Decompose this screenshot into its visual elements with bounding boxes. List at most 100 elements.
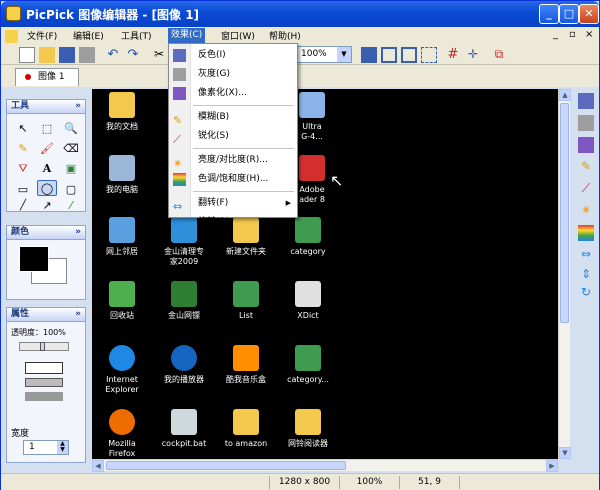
- opacity-label: 透明度：100%: [11, 328, 66, 337]
- save-icon[interactable]: [59, 47, 75, 63]
- desktop-icon: 我的播放器: [154, 345, 214, 385]
- mdi-close-icon[interactable]: ×: [585, 29, 593, 40]
- line-style-filled-outline[interactable]: [25, 378, 63, 387]
- menu-item-blur[interactable]: ✎ 模糊(B): [169, 108, 297, 127]
- sharpen-icon[interactable]: ⟋: [578, 181, 594, 197]
- color-panel-body: [6, 240, 86, 300]
- opacity-slider[interactable]: [19, 342, 69, 351]
- title-bar[interactable]: PicPick 图像编辑器 - [图像 1] _ □ ✕: [1, 1, 599, 27]
- fit-icon[interactable]: [381, 47, 397, 63]
- menu-window[interactable]: 窗口(W): [221, 29, 255, 42]
- menu-item-invert[interactable]: 反色(I): [169, 46, 297, 65]
- brightness-icon[interactable]: ✷: [578, 203, 594, 219]
- width-stepper[interactable]: 1 ▲ ▼: [23, 440, 69, 455]
- line-style-filled[interactable]: [25, 392, 63, 401]
- rounded-rect-tool-icon[interactable]: ▢: [63, 182, 79, 198]
- crosshair-icon[interactable]: ✛: [465, 47, 481, 63]
- properties-panel-header[interactable]: 属性 »: [6, 307, 86, 322]
- vertical-scrollbar[interactable]: ▲ ▼: [558, 89, 571, 459]
- menu-edit[interactable]: 编辑(E): [73, 29, 104, 42]
- desktop-icon: 网铃阅读器: [278, 409, 338, 449]
- maximize-button[interactable]: □: [559, 4, 579, 24]
- color-panel-header[interactable]: 颜色 »: [6, 225, 86, 240]
- effects-dropdown-menu: 反色(I) 灰度(G) 像素化(X)... ✎ 模糊(B) ⟋ 锐化(S) ✷ 亮度/…: [168, 43, 298, 232]
- horizontal-scrollbar[interactable]: ◀ ▶: [92, 459, 558, 472]
- menu-item-hue-saturation[interactable]: 色调/饱和度(H)...: [169, 170, 297, 189]
- foreground-color-swatch[interactable]: [19, 246, 49, 272]
- browser-icon: [109, 345, 135, 371]
- image-canvas[interactable]: 我的文档 Ultra G-4... 我的电脑 Adobe ader 8 网上邻居…: [92, 89, 558, 459]
- horizontal-scroll-thumb[interactable]: [106, 461, 346, 470]
- blur-icon[interactable]: ✎: [578, 159, 594, 175]
- flip-vertical-icon[interactable]: ⇕: [578, 267, 594, 283]
- pointer-tool-icon[interactable]: ↖: [15, 121, 31, 137]
- ellipse-tool-icon[interactable]: ◯: [37, 180, 57, 196]
- collapse-chevron-icon[interactable]: »: [75, 226, 81, 239]
- flip-horizontal-icon[interactable]: ⇔: [578, 247, 594, 263]
- menu-tools[interactable]: 工具(T): [121, 29, 152, 42]
- invert-icon[interactable]: [578, 93, 594, 109]
- menu-item-sharpen[interactable]: ⟋ 锐化(S): [169, 127, 297, 146]
- redo-icon[interactable]: ↷: [125, 47, 141, 63]
- rotate-icon[interactable]: ↻: [578, 285, 594, 301]
- doc-icon[interactable]: [5, 30, 18, 43]
- menu-effects[interactable]: 效果(C): [168, 28, 206, 43]
- menu-item-flip[interactable]: ⇔ 翻转(F) ▶: [169, 194, 297, 213]
- eraser-tool-icon[interactable]: ⌫: [63, 141, 79, 157]
- undo-icon[interactable]: ↶: [105, 47, 121, 63]
- scroll-down-icon[interactable]: ▼: [559, 447, 571, 459]
- actual-size-icon[interactable]: [401, 47, 417, 63]
- pencil-tool-icon[interactable]: ✎: [15, 141, 31, 157]
- grayscale-icon: [173, 68, 186, 81]
- scroll-right-icon[interactable]: ▶: [546, 460, 558, 472]
- zoom-select[interactable]: 100% ▼: [297, 46, 352, 63]
- pixelate-icon[interactable]: [578, 137, 594, 153]
- screen-capture-icon[interactable]: ⧉: [491, 47, 507, 63]
- menu-item-rotate[interactable]: ↻ 旋转(R) ▶: [169, 213, 297, 232]
- line-style-outline[interactable]: [25, 362, 63, 374]
- grayscale-icon[interactable]: [578, 115, 594, 131]
- mdi-minimize-icon[interactable]: _: [553, 29, 558, 40]
- arrow-tool-icon[interactable]: ↗: [39, 198, 55, 214]
- eyedropper-tool-icon[interactable]: ⁄: [63, 198, 79, 214]
- vertical-scroll-thumb[interactable]: [560, 103, 569, 323]
- scroll-left-icon[interactable]: ◀: [92, 460, 104, 472]
- magnifier-tool-icon[interactable]: 🔍: [63, 121, 79, 137]
- collapse-chevron-icon[interactable]: »: [75, 100, 81, 113]
- tab-image-1[interactable]: 图像 1: [15, 68, 79, 86]
- app-icon: [233, 345, 259, 371]
- menu-item-pixelate[interactable]: 像素化(X)...: [169, 84, 297, 103]
- image-tool-icon[interactable]: ▣: [63, 161, 79, 177]
- scroll-up-icon[interactable]: ▲: [559, 89, 571, 101]
- menu-item-brightness-contrast[interactable]: ✷ 亮度/对比度(R)...: [169, 151, 297, 170]
- collapse-chevron-icon[interactable]: »: [75, 308, 81, 321]
- select-tool-icon[interactable]: ⬚: [39, 121, 55, 137]
- tab-bar: 图像 1: [1, 65, 599, 87]
- print-icon[interactable]: [79, 47, 95, 63]
- crop-icon[interactable]: [421, 47, 437, 63]
- close-button[interactable]: ✕: [579, 4, 599, 24]
- text-tool-icon[interactable]: A: [39, 161, 55, 177]
- menu-file[interactable]: 文件(F): [27, 29, 57, 42]
- chevron-down-icon[interactable]: ▼: [337, 47, 351, 62]
- menu-item-grayscale[interactable]: 灰度(G): [169, 65, 297, 84]
- fill-tool-icon[interactable]: ⛛: [15, 161, 31, 177]
- grid-icon[interactable]: #: [445, 47, 461, 63]
- mdi-restore-icon[interactable]: ▫: [569, 29, 576, 40]
- view-icon[interactable]: [361, 47, 377, 63]
- open-folder-icon[interactable]: [39, 47, 55, 63]
- stepper-arrows-icon[interactable]: ▲ ▼: [57, 441, 68, 454]
- app-window: PicPick 图像编辑器 - [图像 1] _ □ ✕ 文件(F) 编辑(E)…: [0, 0, 600, 490]
- opacity-slider-handle[interactable]: [40, 342, 45, 351]
- minimize-button[interactable]: _: [539, 4, 559, 24]
- cut-icon[interactable]: ✂: [151, 47, 167, 63]
- bell-icon: [295, 409, 321, 435]
- image-size-status: 1280 x 800: [269, 476, 339, 489]
- rectangle-tool-icon[interactable]: ▭: [15, 182, 31, 198]
- new-file-icon[interactable]: [19, 47, 35, 63]
- tools-panel-header[interactable]: 工具 »: [6, 99, 86, 114]
- line-tool-icon[interactable]: ╱: [15, 198, 31, 214]
- hue-icon[interactable]: [578, 225, 594, 241]
- brush-tool-icon[interactable]: 🖌: [39, 141, 55, 157]
- menu-help[interactable]: 帮助(H): [269, 29, 301, 42]
